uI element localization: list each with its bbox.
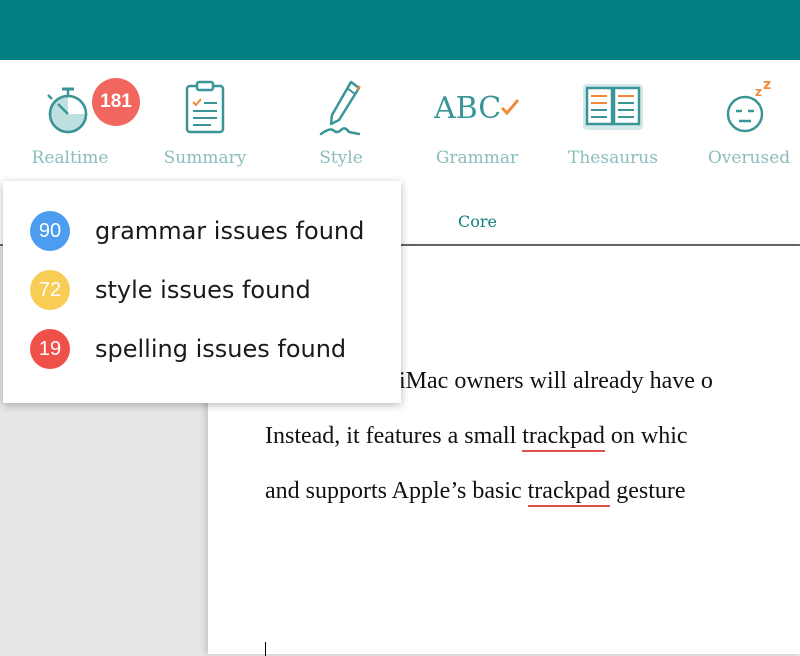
pencil-icon <box>319 80 361 136</box>
doc-text: and supports Apple’s basic <box>265 478 528 504</box>
tool-label: Realtime <box>31 148 109 168</box>
stopwatch-icon <box>47 87 88 134</box>
tool-summary[interactable]: Summary <box>137 60 273 186</box>
tool-label: Overused <box>707 148 791 168</box>
tool-overused[interactable]: z z Overused <box>681 60 800 186</box>
spelling-issues-label: spelling issues found <box>95 335 347 363</box>
svg-text:ABC: ABC <box>433 91 501 126</box>
tool-style[interactable]: Style <box>273 60 409 186</box>
doc-text: gesture <box>610 478 686 504</box>
abc-check-icon: ABC <box>433 91 520 126</box>
svg-text:z: z <box>755 85 762 99</box>
tab-core[interactable]: Core <box>400 212 555 231</box>
clipboard-icon <box>185 80 225 134</box>
grammar-issues-label: grammar issues found <box>95 217 365 245</box>
doc-text: on whic <box>604 423 688 449</box>
spelling-error[interactable]: trackpad <box>522 423 605 452</box>
issues-summary-popup: 90 grammar issues found 72 style issues … <box>3 181 401 403</box>
tool-label: Grammar <box>435 148 519 168</box>
doc-line: iMac owners will already have o <box>399 368 713 394</box>
tool-label: Thesaurus <box>568 148 658 168</box>
sleepy-face-icon: z z <box>726 78 771 133</box>
doc-text: Instead, it features a small <box>265 423 523 449</box>
book-icon <box>583 84 643 130</box>
tool-label: Style <box>319 148 363 168</box>
realtime-count-badge: 181 <box>92 78 140 126</box>
tool-label: Summary <box>163 148 247 168</box>
grammar-count-badge: 90 <box>30 211 70 251</box>
style-issues-label: style issues found <box>95 276 311 304</box>
style-count-badge: 72 <box>30 270 70 310</box>
svg-text:z: z <box>763 78 771 93</box>
tool-thesaurus[interactable]: Thesaurus <box>545 60 681 186</box>
doc-line: and supports Apple’s basic trackpad gest… <box>265 478 686 507</box>
spelling-count-badge: 19 <box>30 329 70 369</box>
tool-grammar[interactable]: ABC Grammar <box>409 60 545 186</box>
doc-line: Instead, it features a small trackpad on… <box>265 423 688 452</box>
spelling-error[interactable]: trackpad <box>527 478 611 507</box>
app-header-bar <box>0 0 800 60</box>
